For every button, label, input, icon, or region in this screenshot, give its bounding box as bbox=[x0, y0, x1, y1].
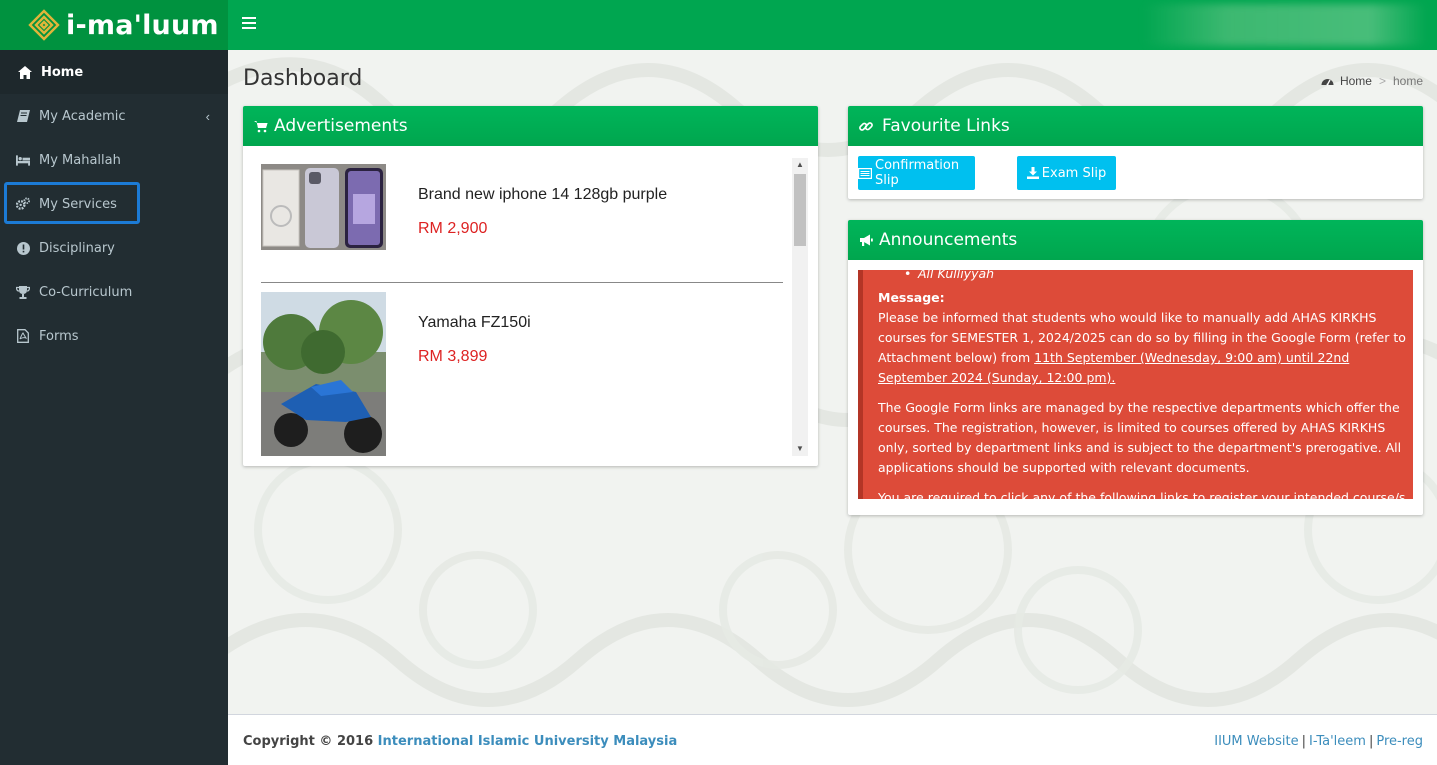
shopping-cart-icon bbox=[254, 119, 268, 133]
iphone-product-image bbox=[261, 164, 386, 250]
sidebar-item-forms[interactable]: Forms bbox=[0, 314, 228, 358]
button-label: Exam Slip bbox=[1041, 165, 1107, 181]
sidebar-item-label: Disciplinary bbox=[39, 240, 115, 256]
breadcrumb-home-link[interactable]: Home bbox=[1340, 74, 1372, 88]
sidebar-item-label: Forms bbox=[39, 328, 79, 344]
exam-slip-button[interactable]: Exam Slip bbox=[1017, 156, 1116, 190]
button-label: Confirmation Slip bbox=[875, 158, 960, 188]
sidebar-item-label: Co-Curriculum bbox=[39, 284, 133, 300]
page-title: Dashboard bbox=[243, 66, 363, 91]
brand-name: i-ma'luum bbox=[66, 9, 219, 41]
announcement-target: All Kulliyyah bbox=[878, 270, 1408, 284]
ad-price: RM 3,899 bbox=[418, 348, 488, 365]
ad-title[interactable]: Brand new iphone 14 128gb purple bbox=[418, 186, 667, 204]
trophy-icon bbox=[16, 285, 30, 299]
prereg-link[interactable]: Pre-reg bbox=[1376, 734, 1423, 749]
advertisements-box: Advertisements Brand new iphone 14 128gb… bbox=[243, 106, 818, 466]
footer-links: IIUM Website | I-Ta'leem | Pre-reg bbox=[1214, 734, 1423, 749]
announcement-paragraph: You are required to click any of the fol… bbox=[878, 490, 1406, 499]
scrollbar-thumb[interactable] bbox=[794, 174, 806, 246]
favourite-links-title: Favourite Links bbox=[882, 116, 1010, 136]
sidebar-item-label: Home bbox=[41, 64, 84, 80]
copyright: Copyright © 2016 International Islamic U… bbox=[243, 734, 678, 749]
book-icon bbox=[16, 109, 30, 123]
favourite-links-box: Favourite Links Confirmation Slip Exam S… bbox=[848, 106, 1423, 199]
scroll-down-icon[interactable]: ▼ bbox=[796, 444, 804, 453]
sidebar-item-label: My Mahallah bbox=[39, 152, 121, 168]
motorcycle-product-image bbox=[261, 292, 386, 456]
bullhorn-icon bbox=[859, 233, 873, 247]
sidebar-item-my-academic[interactable]: My Academic ‹ bbox=[0, 94, 228, 138]
menu-toggle-icon[interactable] bbox=[242, 17, 256, 31]
announcement-paragraph: Please be informed that students who wou… bbox=[878, 310, 1406, 385]
announcement-paragraph: The Google Form links are managed by the… bbox=[878, 400, 1402, 475]
top-navbar bbox=[228, 0, 1437, 50]
breadcrumb-current: home bbox=[1392, 74, 1423, 88]
sidebar-item-label: My Services bbox=[39, 196, 117, 212]
announcements-header: Announcements bbox=[848, 220, 1423, 260]
ad-price: RM 2,900 bbox=[418, 220, 488, 237]
dashboard-icon bbox=[1321, 76, 1334, 87]
logo[interactable]: i-ma'luum bbox=[0, 0, 228, 50]
advertisements-header: Advertisements bbox=[243, 106, 818, 146]
sidebar-item-label: My Academic bbox=[39, 108, 126, 124]
message-label: Message: bbox=[878, 290, 945, 305]
italeem-link[interactable]: I-Ta'leem bbox=[1309, 734, 1366, 749]
cogs-icon bbox=[16, 197, 30, 211]
bed-icon bbox=[16, 153, 30, 167]
university-link[interactable]: International Islamic University Malaysi… bbox=[378, 734, 678, 749]
sidebar-item-home[interactable]: Home bbox=[0, 50, 228, 94]
link-icon bbox=[859, 119, 873, 133]
sidebar-item-disciplinary[interactable]: Disciplinary bbox=[0, 226, 228, 270]
ad-list-scrollbar[interactable]: ▲ ▼ bbox=[792, 158, 808, 456]
breadcrumb: Home > home bbox=[1321, 74, 1423, 88]
announcement-callout[interactable]: All Kulliyyah Message: Please be informe… bbox=[858, 270, 1413, 499]
file-pdf-icon bbox=[16, 329, 30, 343]
download-icon bbox=[1026, 167, 1039, 179]
user-menu-blurred[interactable] bbox=[1142, 4, 1427, 46]
favourite-links-header: Favourite Links bbox=[848, 106, 1423, 146]
sidebar: Home My Academic ‹ My Mahallah My Servic… bbox=[0, 50, 228, 765]
sidebar-item-co-curriculum[interactable]: Co-Curriculum bbox=[0, 270, 228, 314]
sidebar-item-my-services[interactable]: My Services bbox=[0, 182, 228, 226]
announcements-box: Announcements All Kulliyyah Message: Ple… bbox=[848, 220, 1423, 515]
list-alt-icon bbox=[858, 167, 872, 179]
chevron-left-icon: ‹ bbox=[205, 109, 210, 124]
scroll-up-icon[interactable]: ▲ bbox=[796, 160, 804, 169]
sidebar-item-my-mahallah[interactable]: My Mahallah bbox=[0, 138, 228, 182]
iium-website-link[interactable]: IIUM Website bbox=[1214, 734, 1298, 749]
confirmation-slip-button[interactable]: Confirmation Slip bbox=[858, 156, 975, 190]
advertisements-title: Advertisements bbox=[274, 116, 408, 136]
divider bbox=[261, 282, 783, 283]
home-icon bbox=[18, 65, 32, 79]
main-content: Dashboard Home > home Advertisements Bra… bbox=[228, 50, 1437, 714]
exclamation-circle-icon bbox=[16, 241, 30, 255]
advertisement-list[interactable]: Brand new iphone 14 128gb purple RM 2,90… bbox=[243, 146, 818, 466]
footer: Copyright © 2016 International Islamic U… bbox=[228, 714, 1437, 765]
logo-mark-icon bbox=[28, 9, 60, 41]
breadcrumb-separator: > bbox=[1378, 74, 1386, 88]
announcements-title: Announcements bbox=[879, 230, 1018, 250]
ad-title[interactable]: Yamaha FZ150i bbox=[418, 314, 531, 332]
